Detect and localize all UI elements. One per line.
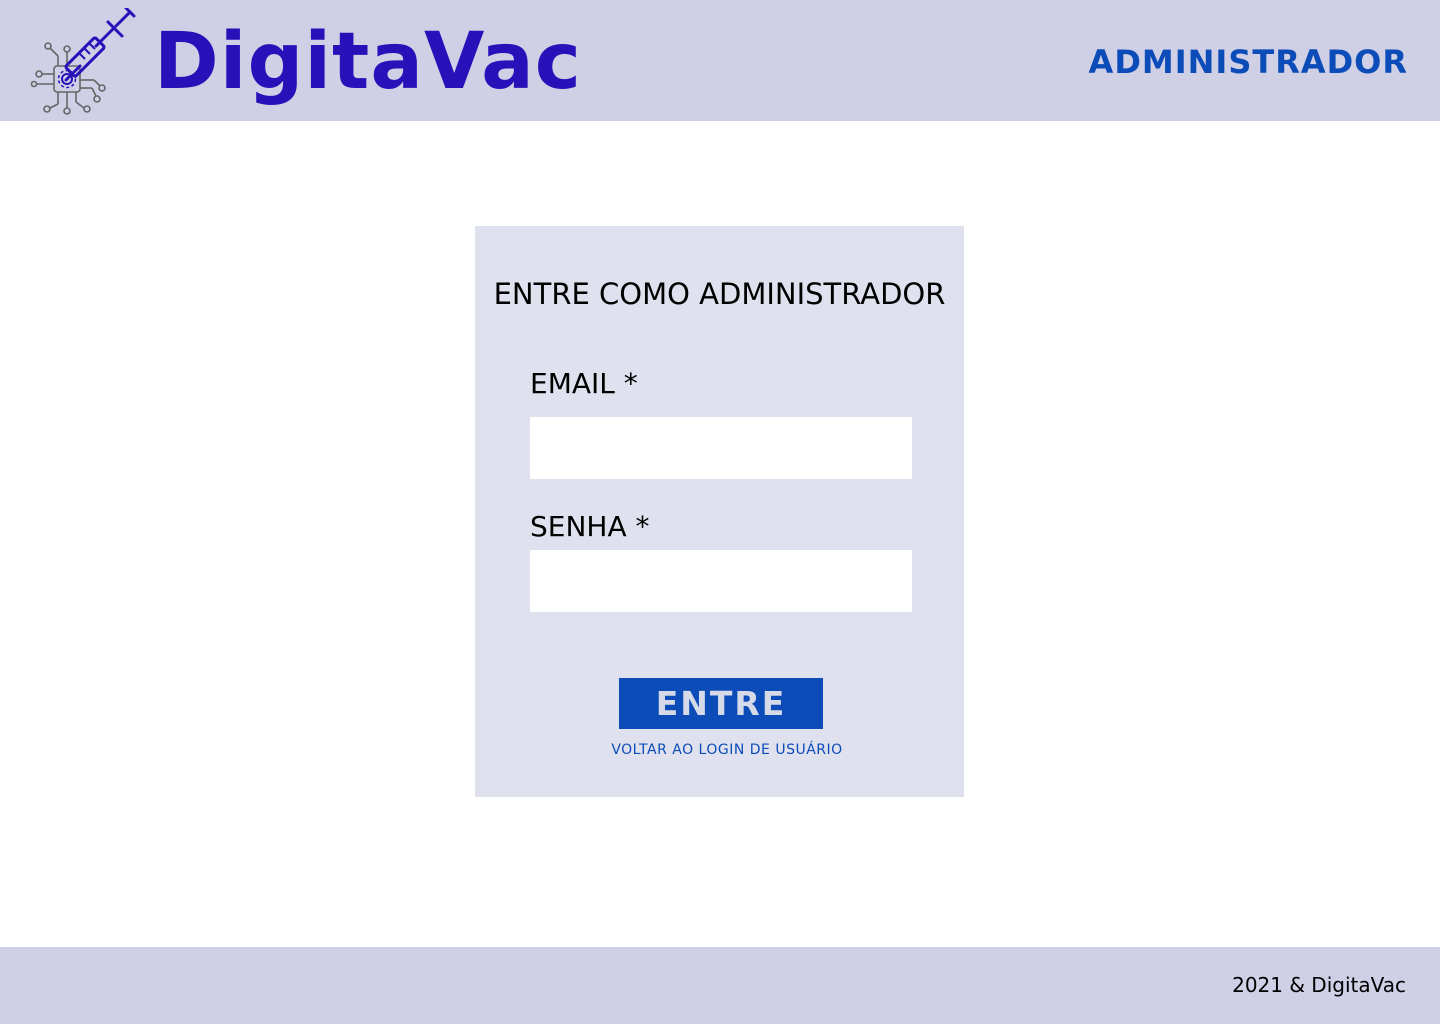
role-title: ADMINISTRADOR — [1088, 43, 1408, 81]
copyright-text: 2021 & DigitaVac — [1232, 973, 1406, 997]
login-title: ENTRE COMO ADMINISTRADOR — [493, 277, 946, 311]
brand-name: DigitaVac — [154, 17, 582, 107]
footer: 2021 & DigitaVac — [0, 947, 1440, 1024]
back-to-user-login-link[interactable]: VOLTAR AO LOGIN DE USUÁRIO — [475, 740, 979, 760]
password-label: SENHA * — [530, 510, 650, 543]
syringe-circuit-icon — [30, 8, 136, 115]
submit-button[interactable]: ENTRE — [619, 678, 823, 729]
password-field[interactable] — [530, 550, 912, 612]
email-field[interactable] — [530, 417, 912, 479]
header: DigitaVac ADMINISTRADOR — [0, 0, 1440, 121]
email-label: EMAIL * — [530, 367, 638, 400]
